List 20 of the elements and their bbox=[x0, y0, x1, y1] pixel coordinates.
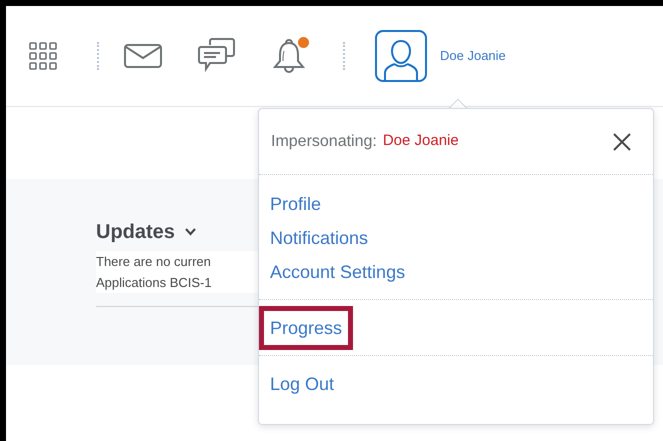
menu-link[interactable]: Log Out bbox=[259, 367, 346, 401]
menu-link[interactable]: Account Settings bbox=[259, 255, 416, 289]
updates-heading: Updates bbox=[96, 220, 175, 245]
update-text: Applications BCIS-1 bbox=[96, 274, 213, 292]
impersonated-user-name: Doe Joanie bbox=[382, 131, 459, 152]
user-silhouette-icon bbox=[382, 38, 420, 80]
user-name[interactable]: Doe Joanie bbox=[440, 46, 506, 66]
chat-icon[interactable] bbox=[198, 38, 235, 74]
impersonating-label: Impersonating: bbox=[271, 132, 377, 152]
menu-link[interactable]: Profile bbox=[259, 187, 332, 221]
menu-link[interactable]: Notifications bbox=[259, 221, 380, 255]
close-button[interactable] bbox=[611, 130, 633, 152]
bell-icon[interactable] bbox=[273, 39, 305, 75]
avatar-button[interactable] bbox=[375, 30, 427, 82]
app-grid-icon[interactable] bbox=[29, 42, 57, 70]
close-icon bbox=[613, 132, 631, 150]
mail-icon[interactable] bbox=[124, 44, 162, 68]
update-text: There are no curren bbox=[96, 253, 212, 271]
menu-link[interactable]: Progress bbox=[259, 306, 354, 350]
chevron-down-icon[interactable] bbox=[184, 228, 196, 236]
